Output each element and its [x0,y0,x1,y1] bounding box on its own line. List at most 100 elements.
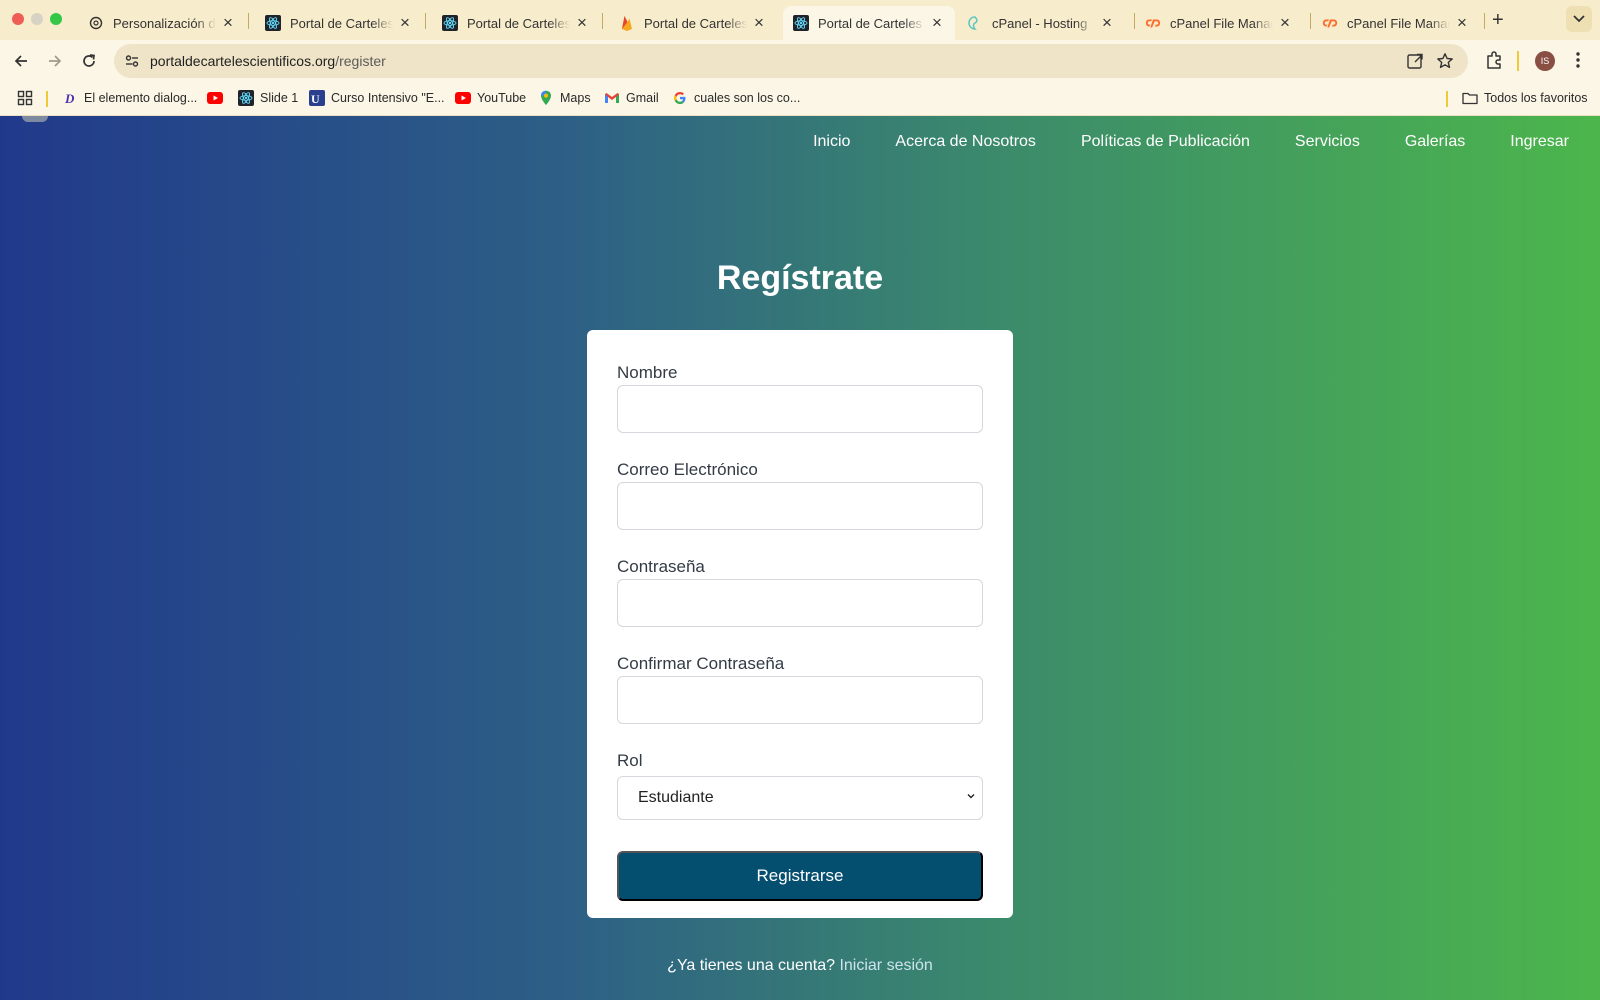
address-bar[interactable]: portaldecartelescientificos.org/register [114,44,1468,78]
react-icon [442,15,458,31]
more-menu-icon[interactable] [1570,50,1586,75]
bookmark-star-icon[interactable] [1436,52,1454,70]
password-label: Contraseña [617,557,705,576]
close-icon[interactable]: × [929,14,945,31]
bookmark-item[interactable] [207,90,229,106]
google-icon [672,90,688,106]
name-input[interactable] [617,385,983,433]
bookmark-label: YouTube [477,91,527,105]
tab-search-button[interactable] [1566,6,1592,32]
browser-toolbar: portaldecartelescientificos.org/register [0,40,1600,82]
chevron-down-icon [1573,15,1585,23]
bookmarks-divider [1446,91,1448,107]
close-icon[interactable]: × [1277,14,1293,31]
page-content: Inicio Acerca de Nosotros Políticas de P… [0,116,1600,1000]
cpanel-icon [1145,15,1161,31]
extensions-icon[interactable] [1484,50,1504,75]
open-in-app-icon[interactable] [1406,52,1424,70]
tab-title: cPanel File Manager [1170,15,1273,31]
back-button[interactable] [11,51,31,71]
svg-text:D: D [64,91,75,105]
bookmark-label: cuales son los co... [694,91,801,105]
role-selected-value: Estudiante [638,789,714,806]
bookmark-item[interactable]: U Curso Intensivo "E... [309,90,445,106]
close-icon[interactable]: × [1454,14,1470,31]
bookmarks-divider [46,91,48,107]
page-title: Regístrate [716,259,884,297]
bookmark-item[interactable]: Gmail [604,90,659,106]
login-link[interactable]: Iniciar sesión [839,957,932,974]
login-prompt-row: ¿Ya tienes una cuenta? Iniciar sesión [0,957,1600,975]
gmail-icon [604,90,620,106]
new-tab-button[interactable]: + [1492,9,1504,31]
email-input[interactable] [617,482,983,530]
bookmark-label: Maps [560,91,591,105]
browser-tab[interactable]: Portal de Carteles C × [432,6,600,40]
all-bookmarks-folder[interactable]: Todos los favoritos [1462,90,1588,106]
close-icon[interactable]: × [1099,14,1115,31]
firebase-icon [619,15,635,31]
browser-tab[interactable]: cPanel File Manager × [1135,6,1303,40]
arrow-right-icon [49,55,62,67]
book-icon: U [309,90,325,106]
tab-title: Portal de Carteles C [644,15,747,31]
browser-tab[interactable]: cPanel - Hosting × [957,6,1125,40]
nav-link-ingresar[interactable]: Ingresar [1510,133,1569,151]
register-form: Nombre Correo Electrónico Contraseña Con… [587,330,1013,918]
bookmarks-bar: D El elemento dialog... Slide 1 U Curso … [0,82,1600,116]
profile-avatar[interactable]: IS [1535,51,1555,71]
browser-tab[interactable]: cPanel File Manager × [1312,6,1480,40]
browser-tab[interactable]: Personalización de l × [78,6,246,40]
site-navigation: Inicio Acerca de Nosotros Políticas de P… [813,133,1569,151]
tab-divider [248,13,249,29]
folder-icon [1462,90,1478,106]
nav-link-inicio[interactable]: Inicio [813,133,850,151]
url-text[interactable]: portaldecartelescientificos.org/register [150,53,386,69]
role-select[interactable]: Estudiante [617,776,983,820]
browser-tab[interactable]: Portal de Carteles C × [255,6,423,40]
browser-tab-active[interactable]: Portal de Carteles C × [783,6,955,40]
bookmark-label: Slide 1 [260,91,299,105]
nav-link-politicas[interactable]: Políticas de Publicación [1081,133,1250,151]
tab-divider [425,13,426,29]
bookmark-item[interactable]: Slide 1 [238,90,298,106]
minimize-window-button[interactable] [31,13,43,25]
arrow-left-icon [14,55,27,67]
tab-strip: Personalización de l × Portal de Cartele… [0,0,1600,40]
password-input[interactable] [617,579,983,627]
nav-link-servicios[interactable]: Servicios [1295,133,1360,151]
apps-grid-icon[interactable] [17,90,33,106]
bookmark-item[interactable]: Maps [538,90,591,106]
browser-tab[interactable]: Portal de Carteles C × [609,6,777,40]
register-button[interactable]: Registrarse [617,851,983,901]
close-icon[interactable]: × [397,14,413,31]
close-window-button[interactable] [12,13,24,25]
bookmark-item[interactable]: cuales son los co... [672,90,800,106]
confirm-password-input[interactable] [617,676,983,724]
site-settings-icon[interactable] [124,53,140,74]
toolbar-divider [1517,51,1519,71]
tab-title: cPanel File Manager [1347,15,1450,31]
reload-icon [83,54,95,67]
forward-button[interactable] [45,51,65,71]
bookmark-label: Curso Intensivo "E... [331,91,445,105]
email-label: Correo Electrónico [617,460,758,479]
hosting-icon [967,15,983,31]
bookmark-item[interactable]: YouTube [455,90,526,106]
react-icon [793,15,809,31]
close-icon[interactable]: × [751,14,767,31]
openai-icon [88,15,104,31]
bookmark-item[interactable]: D El elemento dialog... [62,90,197,106]
tab-title: Personalización de l [113,15,216,31]
svg-text:U: U [311,92,320,106]
url-domain: portaldecartelescientificos.org [150,53,336,69]
nav-link-acerca[interactable]: Acerca de Nosotros [895,133,1036,151]
name-label: Nombre [617,363,678,382]
close-icon[interactable]: × [220,14,236,31]
nav-link-galerias[interactable]: Galerías [1405,133,1465,151]
youtube-icon [207,90,223,106]
maximize-window-button[interactable] [50,13,62,25]
site-logo[interactable] [22,116,48,122]
close-icon[interactable]: × [574,14,590,31]
reload-button[interactable] [79,51,99,71]
